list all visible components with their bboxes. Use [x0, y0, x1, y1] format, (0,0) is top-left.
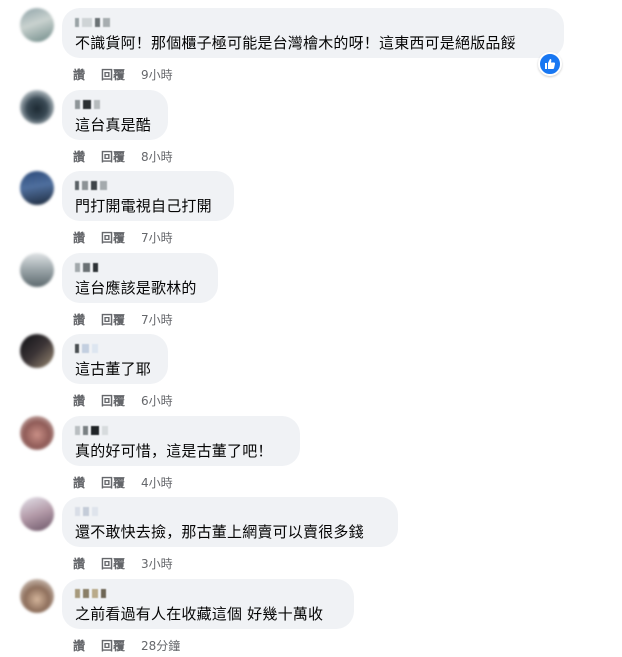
timestamp[interactable]: 7小時 — [141, 230, 173, 246]
comment-text: 真的好可惜，這是古董了吧！ — [75, 442, 273, 460]
comment-text: 這台應該是歌林的 — [75, 279, 197, 297]
timestamp[interactable]: 3小時 — [141, 556, 173, 572]
comment-text: 這台真是酷 — [75, 116, 152, 134]
comment-bubble: 這台真是酷 — [62, 90, 168, 140]
author-name[interactable] — [75, 262, 98, 273]
comment-text: 門打開電視自己打開 — [75, 197, 212, 215]
avatar[interactable] — [20, 497, 54, 531]
like-button[interactable]: 讚 — [73, 312, 85, 328]
author-name[interactable] — [75, 99, 100, 110]
author-name[interactable] — [75, 588, 106, 599]
author-name[interactable] — [75, 506, 98, 517]
comment-bubble: 門打開電視自己打開 — [62, 171, 234, 221]
comment-actions: 讚 回覆 3小時 — [73, 556, 173, 572]
timestamp[interactable]: 28分鐘 — [141, 638, 180, 654]
reply-button[interactable]: 回覆 — [101, 638, 125, 654]
author-name[interactable] — [75, 17, 110, 28]
avatar[interactable] — [20, 416, 54, 450]
like-button[interactable]: 讚 — [73, 67, 85, 83]
author-name[interactable] — [75, 343, 98, 354]
like-button[interactable]: 讚 — [73, 556, 85, 572]
timestamp[interactable]: 8小時 — [141, 149, 173, 165]
like-button[interactable]: 讚 — [73, 393, 85, 409]
reaction-badge[interactable] — [538, 52, 562, 76]
like-button[interactable]: 讚 — [73, 230, 85, 246]
reply-button[interactable]: 回覆 — [101, 230, 125, 246]
comment-text: 不識貨阿！那個櫃子極可能是台灣檜木的呀！這東西可是絕版品餒 — [75, 34, 516, 52]
author-name[interactable] — [75, 425, 108, 436]
avatar[interactable] — [20, 90, 54, 124]
comment-actions: 讚 回覆 4小時 — [73, 475, 173, 491]
reply-button[interactable]: 回覆 — [101, 556, 125, 572]
reply-button[interactable]: 回覆 — [101, 475, 125, 491]
comment-bubble: 還不敢快去撿，那古董上網賣可以賣很多錢 — [62, 497, 398, 547]
author-name[interactable] — [75, 180, 107, 191]
comment-text: 這古董了耶 — [75, 360, 152, 378]
comment-actions: 讚 回覆 9小時 — [73, 67, 173, 83]
comment-actions: 讚 回覆 7小時 — [73, 312, 173, 328]
timestamp[interactable]: 7小時 — [141, 312, 173, 328]
like-icon — [545, 59, 556, 69]
comment-text: 之前看過有人在收藏這個 好幾十萬收 — [75, 605, 324, 623]
timestamp[interactable]: 9小時 — [141, 67, 173, 83]
like-button[interactable]: 讚 — [73, 475, 85, 491]
like-button[interactable]: 讚 — [73, 638, 85, 654]
comment-bubble: 這台應該是歌林的 — [62, 253, 218, 303]
reply-button[interactable]: 回覆 — [101, 149, 125, 165]
avatar[interactable] — [20, 8, 54, 42]
comment-actions: 讚 回覆 28分鐘 — [73, 638, 180, 654]
comment-bubble: 真的好可惜，這是古董了吧！ — [62, 416, 300, 466]
comment-actions: 讚 回覆 7小時 — [73, 230, 173, 246]
timestamp[interactable]: 4小時 — [141, 475, 173, 491]
comment-actions: 讚 回覆 8小時 — [73, 149, 173, 165]
like-button[interactable]: 讚 — [73, 149, 85, 165]
avatar[interactable] — [20, 579, 54, 613]
avatar[interactable] — [20, 253, 54, 287]
timestamp[interactable]: 6小時 — [141, 393, 173, 409]
comment-bubble: 之前看過有人在收藏這個 好幾十萬收 — [62, 579, 354, 629]
comment-actions: 讚 回覆 6小時 — [73, 393, 173, 409]
comment-bubble: 這古董了耶 — [62, 334, 168, 384]
comment-bubble: 不識貨阿！那個櫃子極可能是台灣檜木的呀！這東西可是絕版品餒 — [62, 8, 564, 58]
reply-button[interactable]: 回覆 — [101, 67, 125, 83]
avatar[interactable] — [20, 171, 54, 205]
comment-text: 還不敢快去撿，那古董上網賣可以賣很多錢 — [75, 523, 364, 541]
avatar[interactable] — [20, 334, 54, 368]
reply-button[interactable]: 回覆 — [101, 312, 125, 328]
reply-button[interactable]: 回覆 — [101, 393, 125, 409]
